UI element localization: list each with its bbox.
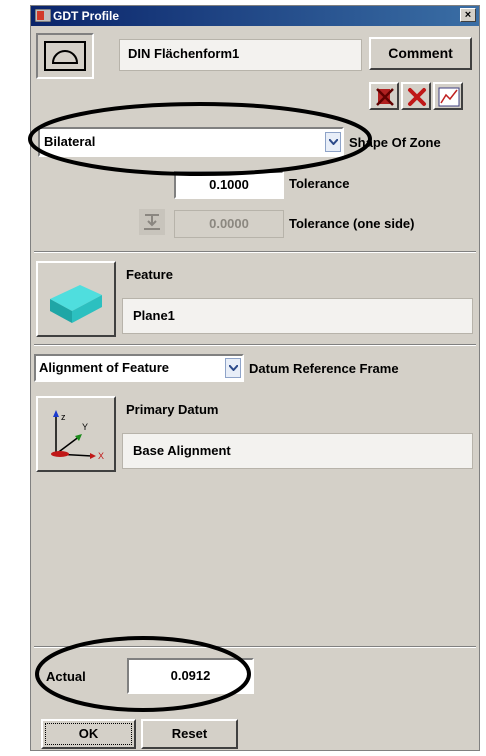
close-button[interactable]: ×: [460, 8, 476, 22]
chevron-down-icon: [229, 365, 238, 371]
feature-field[interactable]: Plane1: [122, 298, 473, 334]
shape-of-zone-dropdown-arrow[interactable]: [325, 132, 341, 152]
separator-2: [34, 344, 476, 346]
cancel-red-icon: [408, 88, 426, 106]
x-axis-label: X: [98, 451, 104, 461]
tolerance-label: Tolerance: [289, 176, 350, 191]
profile-symbol-button[interactable]: [36, 33, 94, 79]
tolerance-input[interactable]: 0.1000: [174, 171, 284, 199]
y-axis-label: Y: [82, 422, 88, 432]
one-side-tolerance-label: Tolerance (one side): [289, 216, 415, 231]
ok-button[interactable]: OK: [41, 719, 136, 749]
reset-button[interactable]: Reset: [141, 719, 238, 749]
delete-red-icon: [376, 88, 394, 106]
gdt-profile-window: GDT Profile × DIN Flächenform1 Comment B…: [30, 5, 480, 751]
graph-icon: [438, 87, 460, 107]
separator-3: [34, 646, 476, 648]
z-axis-label: z: [61, 412, 66, 422]
window-title: GDT Profile: [53, 9, 120, 23]
plane-feature-icon: [50, 285, 102, 323]
shape-of-zone-value: Bilateral: [44, 134, 96, 149]
graph-button[interactable]: [433, 82, 463, 110]
primary-datum-label: Primary Datum: [126, 402, 219, 417]
comment-button[interactable]: Comment: [369, 37, 472, 70]
actual-value-field: 0.0912: [127, 658, 254, 694]
feature-button[interactable]: [36, 261, 116, 337]
one-side-tolerance-input[interactable]: 0.0000: [174, 210, 284, 238]
one-side-toggle-button[interactable]: [139, 209, 165, 235]
chevron-down-icon: [329, 139, 338, 145]
shape-of-zone-label: Shape Of Zone: [349, 135, 441, 150]
alignment-dropdown-arrow[interactable]: [225, 358, 241, 378]
feature-label: Feature: [126, 267, 173, 282]
primary-datum-button[interactable]: z Y X: [36, 396, 116, 472]
alignment-value: Alignment of Feature: [39, 360, 170, 375]
profile-symbol-box: [44, 41, 86, 71]
shape-of-zone-dropdown[interactable]: Bilateral: [38, 127, 344, 157]
title-bar: GDT Profile ×: [31, 6, 479, 26]
delete-button[interactable]: [369, 82, 399, 110]
profile-name-field[interactable]: DIN Flächenform1: [119, 39, 362, 71]
coordinate-axes-icon: z Y X: [51, 410, 104, 461]
one-side-tolerance-icon: [139, 209, 165, 235]
cancel-button[interactable]: [401, 82, 431, 110]
app-icon: [35, 9, 51, 22]
primary-datum-field[interactable]: Base Alignment: [122, 433, 473, 469]
surface-profile-icon: [52, 50, 78, 64]
datum-reference-frame-label: Datum Reference Frame: [249, 361, 399, 376]
alignment-dropdown[interactable]: Alignment of Feature: [34, 354, 244, 382]
actual-label: Actual: [46, 669, 86, 684]
separator-1: [34, 251, 476, 253]
